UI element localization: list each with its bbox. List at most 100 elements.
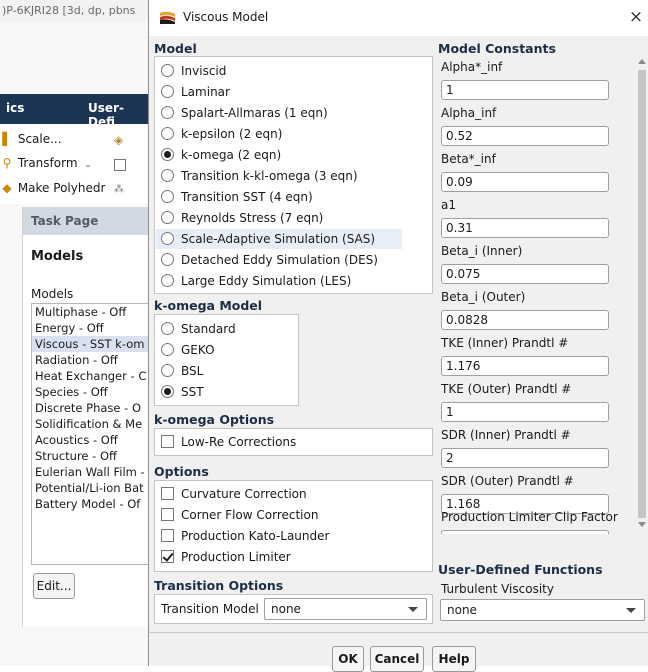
komega-option-standard[interactable]: Standard <box>161 319 236 339</box>
checkbox-icon[interactable] <box>161 487 174 500</box>
constant-input[interactable]: 2 <box>441 448 609 468</box>
radio-icon[interactable] <box>161 364 174 377</box>
radio-icon[interactable] <box>161 106 174 119</box>
app-menubar: ics User-Defi <box>0 94 150 129</box>
radio-icon[interactable] <box>161 232 174 245</box>
cancel-button[interactable]: Cancel <box>370 646 424 672</box>
transition-options-section-label: Transition Options <box>154 578 284 593</box>
list-item[interactable]: Discrete Phase - O <box>32 400 152 416</box>
model-constants-scrollbar[interactable] <box>637 56 647 534</box>
scale-button[interactable]: ▌ Scale... <box>0 127 62 151</box>
scroll-up-icon[interactable] <box>638 59 646 64</box>
list-item[interactable]: Species - Off <box>32 384 152 400</box>
checkbox-icon[interactable] <box>161 435 174 448</box>
task-page-title: Models <box>31 249 84 264</box>
models-list[interactable]: Multiphase - Off Energy - Off Viscous - … <box>31 303 153 565</box>
komega-options-section-label: k-omega Options <box>154 412 275 427</box>
radio-icon[interactable] <box>161 64 174 77</box>
transform-button[interactable]: ⚲ Transform ⌄ <box>0 151 92 175</box>
scrollbar-thumb[interactable] <box>638 70 646 518</box>
list-item[interactable]: Battery Model - Of <box>32 496 152 512</box>
ribbon-side-checkbox[interactable] <box>114 159 126 171</box>
komega-options-group: Low-Re Corrections <box>154 428 433 456</box>
radio-selected-icon[interactable] <box>161 385 174 398</box>
constant-input[interactable]: 1 <box>441 402 609 422</box>
constant-label: TKE (Inner) Prandtl # <box>441 336 569 350</box>
model-constants-section-label: Model Constants <box>438 41 556 56</box>
list-item[interactable]: Radiation - Off <box>32 352 152 368</box>
list-item[interactable]: Structure - Off <box>32 448 152 464</box>
list-item[interactable]: Energy - Off <box>32 320 152 336</box>
radio-icon[interactable] <box>161 85 174 98</box>
turbulent-viscosity-label: Turbulent Viscosity <box>441 582 554 596</box>
list-item[interactable]: Potential/Li-ion Bat <box>32 480 152 496</box>
curvature-correction-checkbox[interactable]: Curvature Correction <box>161 484 307 504</box>
scale-label: Scale... <box>17 132 62 146</box>
radio-icon[interactable] <box>161 274 174 287</box>
dropdown-arrow-icon <box>408 607 418 612</box>
production-limiter-checkbox[interactable]: Production Limiter <box>161 547 291 567</box>
komega-option-sst[interactable]: SST <box>161 382 204 402</box>
ribbon-side-icon-2[interactable]: ⁂ <box>114 184 126 196</box>
transition-model-select[interactable]: none <box>264 598 427 620</box>
polyhedra-icon: ◆ <box>2 181 12 195</box>
list-item[interactable]: Multiphase - Off <box>32 304 152 320</box>
radio-icon[interactable] <box>161 169 174 182</box>
production-kato-launder-checkbox[interactable]: Production Kato-Launder <box>161 526 329 546</box>
dialog-titlebar[interactable]: Viscous Model × <box>149 0 648 36</box>
scroll-down-icon[interactable] <box>638 522 646 527</box>
constant-input[interactable]: 1 <box>441 80 609 100</box>
viscous-model-dialog: Viscous Model × Model Inviscid Laminar S… <box>148 0 648 672</box>
model-option-inviscid[interactable]: Inviscid <box>161 61 226 81</box>
model-option-des[interactable]: Detached Eddy Simulation (DES) <box>161 250 378 270</box>
komega-option-bsl[interactable]: BSL <box>161 361 203 381</box>
list-item[interactable]: Solidification & Me <box>32 416 152 432</box>
fluent-logo-icon <box>160 11 175 24</box>
ribbon-side-icon[interactable]: ◈ <box>114 133 126 147</box>
constant-input[interactable]: 0.09 <box>441 172 609 192</box>
model-option-les[interactable]: Large Eddy Simulation (LES) <box>161 271 351 291</box>
model-option-transition-sst[interactable]: Transition SST (4 eqn) <box>161 187 313 207</box>
close-icon[interactable]: × <box>627 7 645 27</box>
constant-input[interactable]: 1.176 <box>441 356 609 376</box>
scale-icon: ▌ <box>2 132 12 146</box>
constant-input[interactable] <box>441 530 609 534</box>
constant-input[interactable]: 0.31 <box>441 218 609 238</box>
menu-item-physics[interactable]: ics <box>6 101 24 115</box>
checkbox-icon[interactable] <box>161 508 174 521</box>
komega-option-geko[interactable]: GEKO <box>161 340 215 360</box>
constant-input[interactable]: 0.075 <box>441 264 609 284</box>
help-button[interactable]: Help <box>432 646 476 672</box>
turbulent-viscosity-select[interactable]: none <box>440 599 645 621</box>
model-option-reynolds-stress[interactable]: Reynolds Stress (7 eqn) <box>161 208 323 228</box>
dropdown-arrow-icon <box>626 608 636 613</box>
checkbox-checked-icon[interactable] <box>161 550 174 563</box>
model-option-k-omega[interactable]: k-omega (2 eqn) <box>161 145 281 165</box>
radio-icon[interactable] <box>161 211 174 224</box>
radio-icon[interactable] <box>161 343 174 356</box>
model-option-k-epsilon[interactable]: k-epsilon (2 eqn) <box>161 124 282 144</box>
radio-icon[interactable] <box>161 253 174 266</box>
constant-input[interactable]: 0.52 <box>441 126 609 146</box>
button-bar-separator <box>149 632 648 633</box>
ok-button[interactable]: OK <box>332 646 364 672</box>
constant-label: a1 <box>441 198 456 212</box>
list-item[interactable]: Acoustics - Off <box>32 432 152 448</box>
radio-icon[interactable] <box>161 190 174 203</box>
corner-flow-correction-checkbox[interactable]: Corner Flow Correction <box>161 505 318 525</box>
model-option-sas[interactable]: Scale-Adaptive Simulation (SAS) <box>156 229 402 249</box>
low-re-corrections-checkbox[interactable]: Low-Re Corrections <box>161 432 296 452</box>
model-option-laminar[interactable]: Laminar <box>161 82 230 102</box>
list-item[interactable]: Heat Exchanger - C <box>32 368 152 384</box>
edit-button[interactable]: Edit... <box>33 573 75 599</box>
constant-input[interactable]: 0.0828 <box>441 310 609 330</box>
list-item[interactable]: Eulerian Wall Film - <box>32 464 152 480</box>
radio-selected-icon[interactable] <box>161 148 174 161</box>
checkbox-icon[interactable] <box>161 529 174 542</box>
list-item[interactable]: Viscous - SST k-om <box>32 336 152 352</box>
radio-icon[interactable] <box>161 127 174 140</box>
model-option-spalart-allmaras[interactable]: Spalart-Allmaras (1 eqn) <box>161 103 328 123</box>
radio-icon[interactable] <box>161 322 174 335</box>
model-option-transition-k-kl-omega[interactable]: Transition k-kl-omega (3 eqn) <box>161 166 358 186</box>
make-polyhedra-button[interactable]: ◆ Make Polyhedr <box>0 176 105 200</box>
